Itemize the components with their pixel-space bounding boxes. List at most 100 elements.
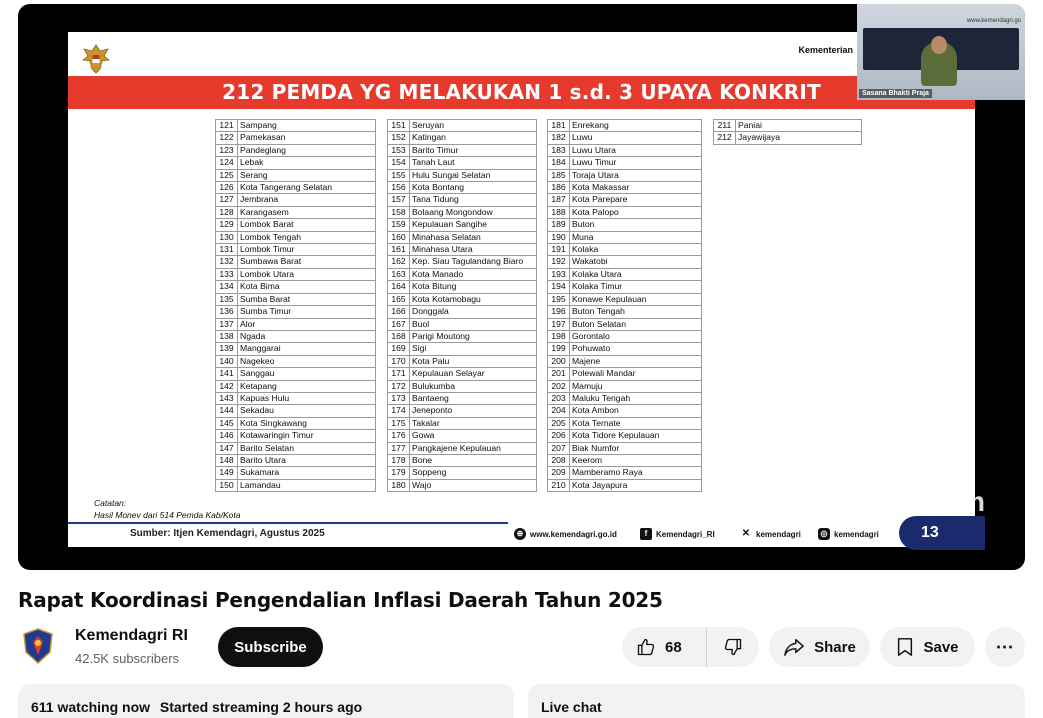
table-row: 145 Kota Singkawang — [215, 416, 376, 431]
pemda-number: 152 — [387, 131, 410, 145]
presentation-slide: Kementerian 212 PEMDA YG MELAKUKAN 1 s.d… — [68, 32, 985, 550]
table-row: 151 Seruyan — [387, 118, 537, 133]
table-row: 195 Konawe Kepulauan — [547, 292, 702, 307]
pemda-name: Luwu Utara — [569, 143, 702, 158]
pemda-name: Seruyan — [409, 118, 537, 133]
pemda-number: 130 — [215, 230, 238, 245]
slide-note-text: Hasil Monev dari 514 Pemda Kab/Kota — [94, 510, 241, 520]
video-title: Rapat Koordinasi Pengendalian Inflasi Da… — [18, 588, 663, 612]
watching-count: 611 watching now — [31, 699, 151, 715]
table-row: 141 Sanggau — [215, 367, 376, 381]
like-button[interactable]: 68 — [622, 627, 707, 667]
pemda-name: Barito Selatan — [237, 441, 376, 455]
pemda-number: 128 — [215, 205, 238, 220]
footer-instagram: ◎ kemendagri — [818, 528, 879, 540]
table-row: 164 Kota Bitung — [387, 280, 537, 294]
pemda-number: 198 — [547, 329, 570, 344]
save-label: Save — [923, 638, 959, 656]
table-row: 134 Kota Bima — [215, 280, 376, 294]
table-row: 176 Gowa — [387, 429, 537, 443]
table-row: 211 Paniai — [713, 118, 862, 133]
thumbs-down-icon — [724, 638, 742, 656]
table-row: 183 Luwu Utara — [547, 143, 702, 158]
pemda-number: 168 — [387, 329, 410, 344]
table-row: 162 Kep. Siau Tagulandang Biaro — [387, 255, 537, 269]
pemda-name: Sumbawa Barat — [237, 255, 376, 269]
pemda-number: 182 — [547, 131, 570, 145]
pemda-name: Pamekasan — [237, 131, 376, 145]
stream-started: Started streaming 2 hours ago — [159, 699, 363, 715]
pemda-number: 127 — [215, 193, 238, 207]
slide-banner-title: 212 PEMDA YG MELAKUKAN 1 s.d. 3 UPAYA KO… — [68, 76, 975, 109]
pemda-name: Minahasa Utara — [409, 243, 537, 257]
pemda-name: Pangkajene Kepulauan — [409, 441, 537, 455]
pemda-name: Kolaka Timur — [569, 280, 702, 294]
pemda-name: Parigi Moutong — [409, 329, 537, 344]
channel-avatar[interactable] — [22, 628, 54, 664]
table-row: 135 Sumba Barat — [215, 292, 376, 307]
video-player[interactable]: Kementerian 212 PEMDA YG MELAKUKAN 1 s.d… — [18, 4, 1025, 570]
table-row: 185 Toraja Utara — [547, 168, 702, 183]
pemda-name: Tana Tidung — [409, 193, 537, 207]
pemda-name: Alor — [237, 317, 376, 331]
table-row: 131 Lombok Timur — [215, 243, 376, 257]
pemda-name: Manggarai — [237, 342, 376, 356]
pemda-number: 174 — [387, 404, 410, 418]
pemda-name: Donggala — [409, 305, 537, 319]
table-row: 136 Sumba Timur — [215, 305, 376, 319]
pemda-name: Kep. Siau Tagulandang Biaro — [409, 255, 537, 269]
table-row: 156 Kota Bontang — [387, 181, 537, 195]
pemda-table-col-2: 151 Seruyan 152 Katingan 153 Barito Timur 154 T… — [387, 118, 537, 493]
facebook-text: Kemendagri_RI — [656, 529, 715, 539]
pemda-name: Lombok Tengah — [237, 230, 376, 245]
pemda-number: 187 — [547, 193, 570, 207]
table-row: 188 Kota Palopo — [547, 205, 702, 220]
pip-url: www.kemendagri.go — [966, 18, 1021, 24]
pemda-number: 203 — [547, 391, 570, 406]
pemda-number: 158 — [387, 205, 410, 220]
pemda-number: 165 — [387, 292, 410, 307]
pemda-name: Pandeglang — [237, 143, 376, 158]
pip-location-label: Sasana Bhakti Praja — [859, 89, 932, 98]
pemda-number: 183 — [547, 143, 570, 158]
table-row: 198 Gorontalo — [547, 329, 702, 344]
pemda-number: 133 — [215, 267, 238, 282]
table-row: 142 Ketapang — [215, 379, 376, 393]
speaker-head — [931, 36, 947, 54]
pemda-name: Kota Bima — [237, 280, 376, 294]
table-row: 154 Tanah Laut — [387, 156, 537, 170]
table-row: 126 Kota Tangerang Selatan — [215, 181, 376, 195]
footer-website: ⊕ www.kemendagri.go.id — [514, 528, 617, 540]
table-row: 209 Mamberamo Raya — [547, 466, 702, 480]
description-card[interactable]: 611 watching now Started streaming 2 hou… — [18, 684, 514, 718]
live-chat-panel[interactable]: Live chat — [528, 684, 1025, 718]
pemda-name: Pohuwato — [569, 342, 702, 356]
save-button[interactable]: Save — [880, 627, 975, 667]
table-row: 150 Lamandau — [215, 478, 376, 493]
share-button[interactable]: Share — [769, 627, 870, 667]
table-row: 121 Sampang — [215, 118, 376, 133]
twitter-icon: ✕ — [741, 528, 751, 539]
table-row: 143 Kapuas Hulu — [215, 391, 376, 406]
table-row: 132 Sumbawa Barat — [215, 255, 376, 269]
table-row: 161 Minahasa Utara — [387, 243, 537, 257]
table-row: 203 Maluku Tengah — [547, 391, 702, 406]
channel-name[interactable]: Kemendagri RI — [75, 627, 188, 645]
pemda-number: 160 — [387, 230, 410, 245]
table-row: 149 Sukamara — [215, 466, 376, 480]
pemda-name: Takalar — [409, 416, 537, 431]
pemda-number: 143 — [215, 391, 238, 406]
pemda-number: 157 — [387, 193, 410, 207]
channel-watermark: om — [943, 486, 985, 517]
pemda-number: 190 — [547, 230, 570, 245]
dislike-button[interactable] — [707, 627, 759, 667]
pemda-number: 159 — [387, 218, 410, 232]
pemda-name: Kota Parepare — [569, 193, 702, 207]
more-actions-button[interactable]: ⋯ — [985, 627, 1025, 667]
table-row: 180 Wajo — [387, 478, 537, 493]
pemda-name: Luwu — [569, 131, 702, 145]
pemda-number: 144 — [215, 404, 238, 418]
table-row: 204 Kota Ambon — [547, 404, 702, 418]
subscribe-button[interactable]: Subscribe — [218, 627, 323, 667]
table-row: 167 Buol — [387, 317, 537, 331]
